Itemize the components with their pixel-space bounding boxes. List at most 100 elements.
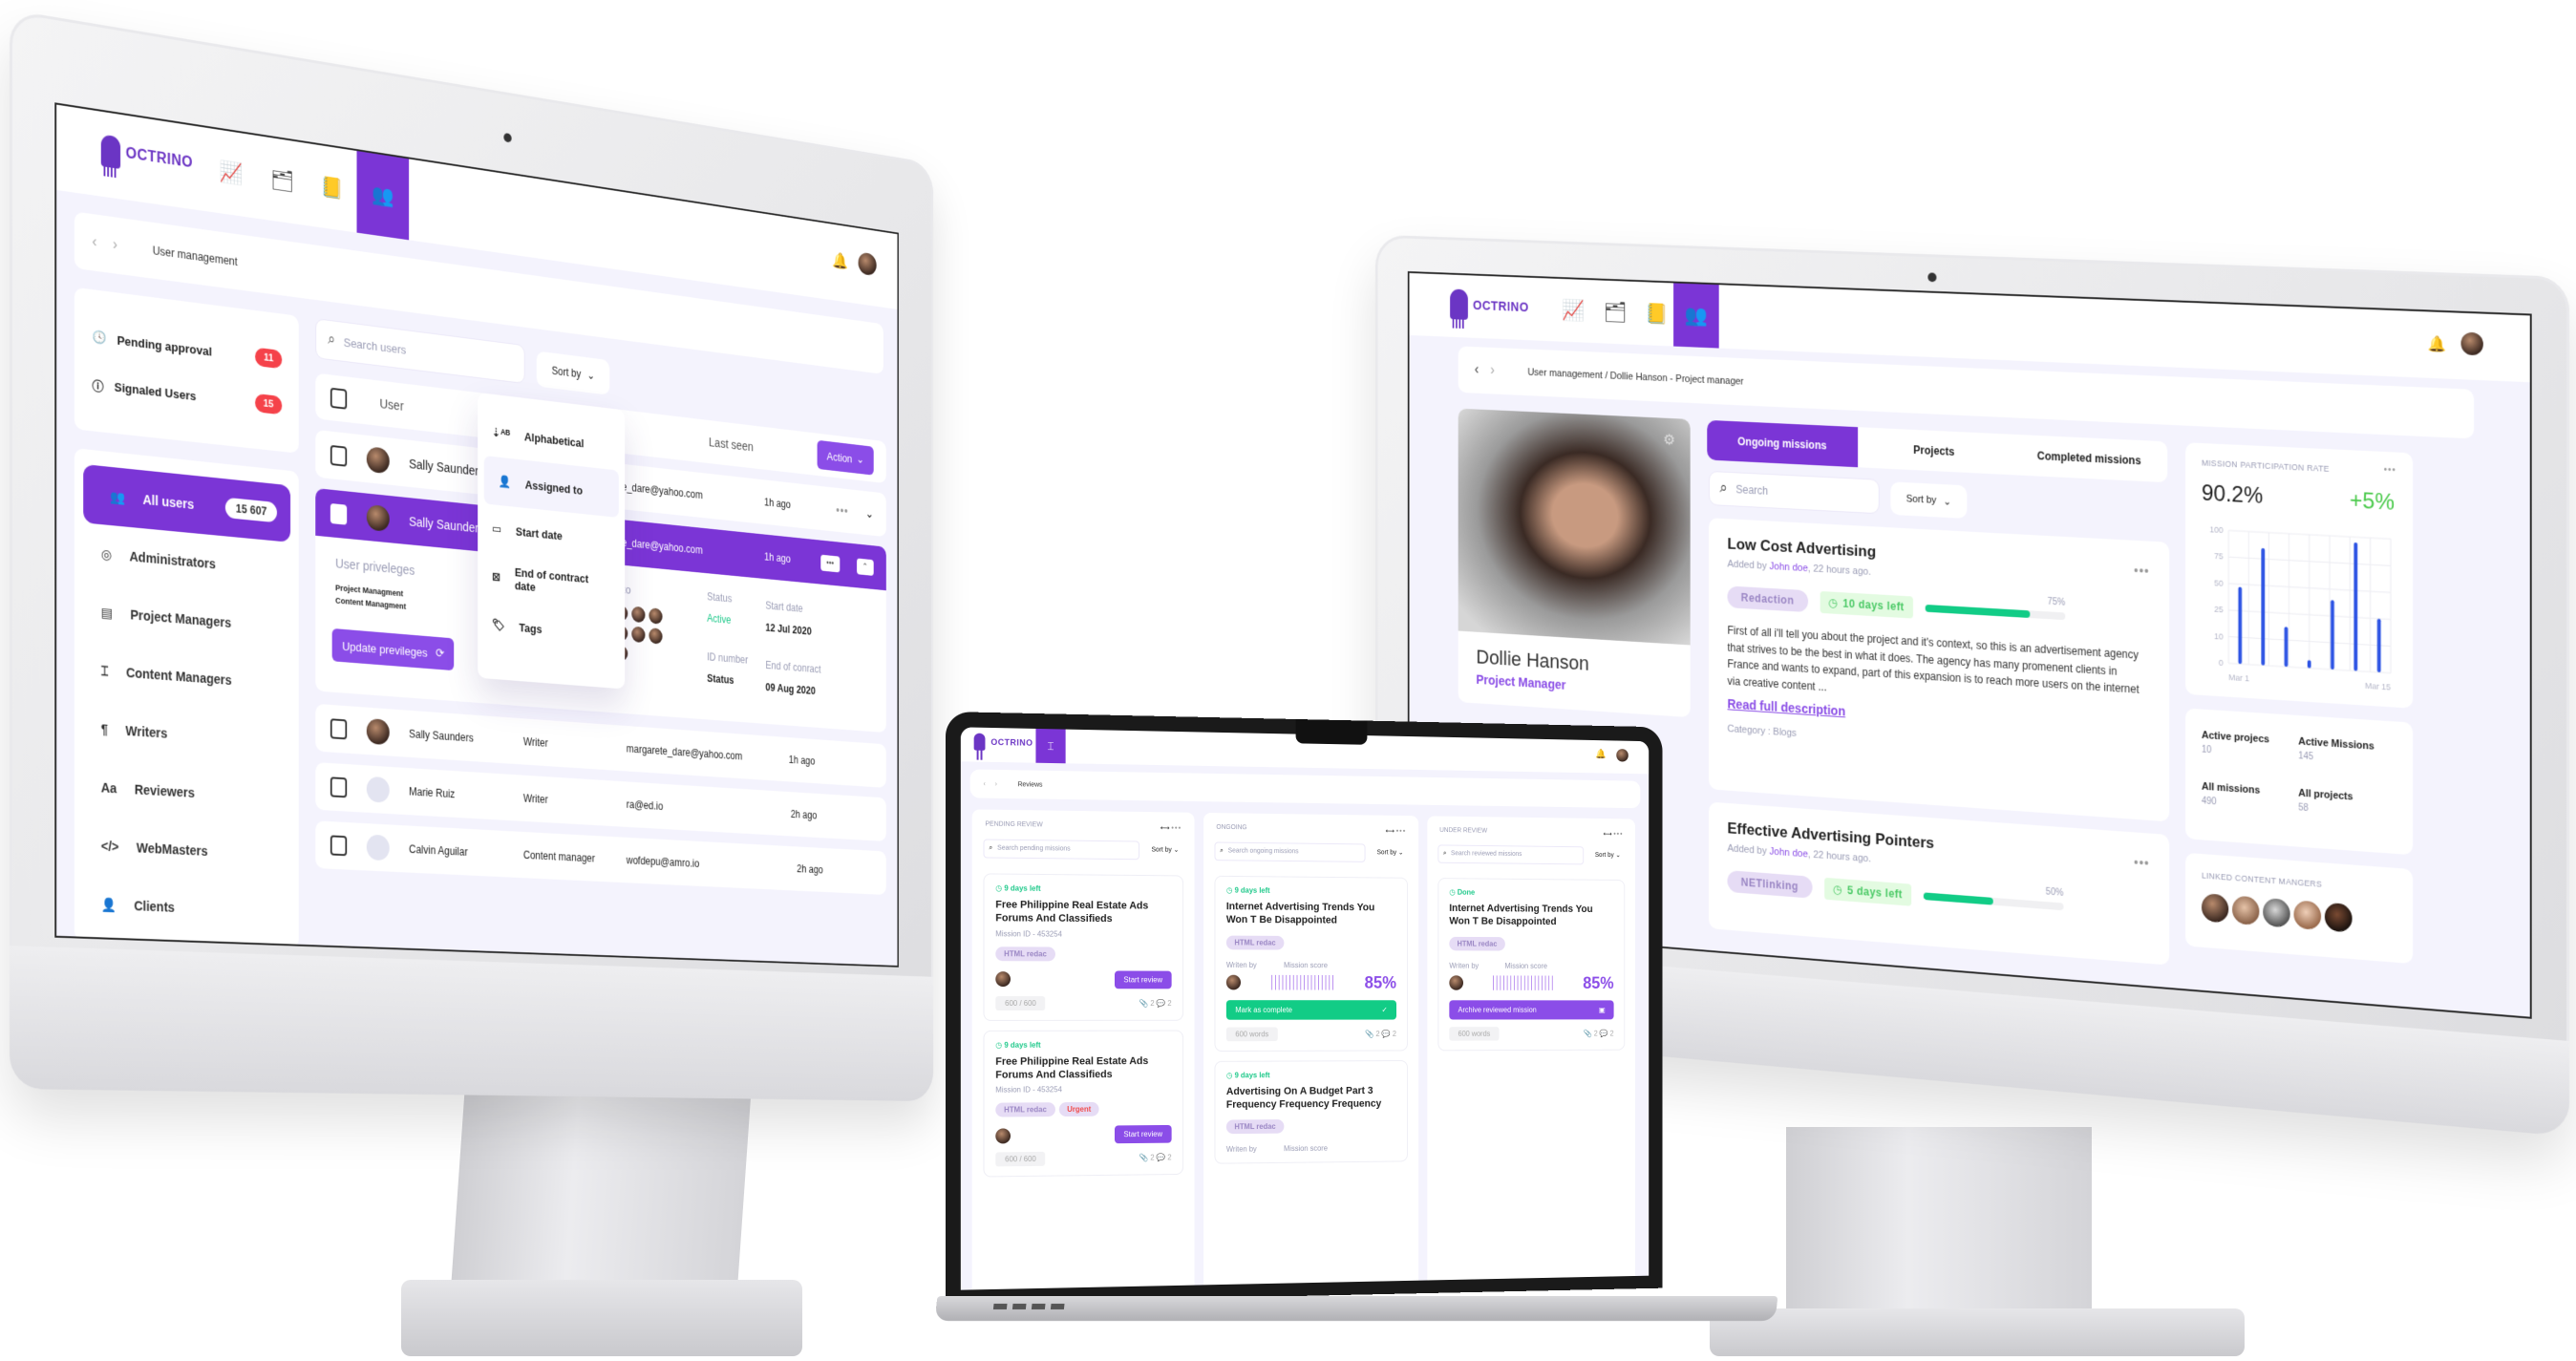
- inbox-nav-icon[interactable]: 🗂: [257, 149, 308, 211]
- row-more-button[interactable]: •••: [820, 554, 841, 572]
- row-expand-chevron-icon[interactable]: ⌄: [865, 506, 874, 521]
- typography-icon: Aa: [100, 779, 117, 797]
- pilcrow-icon: ¶: [100, 721, 108, 737]
- mission-card[interactable]: ◷ 9 days left Free Philippine Real Estat…: [983, 1030, 1184, 1178]
- current-user-avatar[interactable]: [1616, 749, 1629, 762]
- mark-as-complete-button[interactable]: Mark as complete ✓: [1225, 999, 1397, 1020]
- sort-by-button[interactable]: Sort by ⌄: [1147, 841, 1183, 861]
- start-review-button[interactable]: Start review: [1114, 970, 1172, 989]
- back-arrow-icon[interactable]: ‹: [1475, 362, 1480, 378]
- row-collapse-chevron-icon[interactable]: ⌃: [856, 558, 874, 576]
- progress-fill: [1925, 604, 2031, 619]
- column-search-field[interactable]: ⌕ Search pending missions: [983, 839, 1140, 861]
- row-more-button[interactable]: •••: [836, 503, 848, 519]
- sort-by-button[interactable]: Sort by ⌄: [1590, 846, 1625, 864]
- current-user-avatar[interactable]: [858, 251, 877, 277]
- row-checkbox[interactable]: [330, 776, 348, 798]
- row-checkbox[interactable]: [330, 835, 348, 857]
- mission-card[interactable]: ◷ 9 days left Internet Advertising Trend…: [1214, 875, 1409, 1052]
- chart-more-button[interactable]: •••: [2384, 465, 2396, 477]
- notification-bell-icon[interactable]: 🔔: [1595, 750, 1606, 760]
- linked-managers-title: LINKED CONTENT MANGERS: [2201, 870, 2323, 889]
- forward-arrow-icon[interactable]: ›: [1490, 363, 1495, 379]
- row-checkbox[interactable]: [330, 444, 348, 467]
- sort-by-button[interactable]: Sort by ⌄: [536, 351, 610, 395]
- chart-bar: [2261, 547, 2266, 666]
- column-more-button[interactable]: •••: [1396, 826, 1407, 835]
- writer-avatar: [1449, 975, 1464, 990]
- settings-gear-icon[interactable]: ⚙: [1663, 431, 1675, 449]
- search-icon: ⌕: [989, 844, 993, 852]
- right-camera: [1927, 272, 1937, 283]
- column-more-button[interactable]: •••: [1171, 823, 1182, 832]
- mission-card[interactable]: ◷ 9 days left Advertising On A Budget Pa…: [1214, 1059, 1409, 1164]
- mission-more-button[interactable]: •••: [2134, 855, 2150, 871]
- sidebar-item-clients[interactable]: 👤 Clients: [75, 874, 299, 941]
- mission-card[interactable]: ◷ Done Internet Advertising Trends You W…: [1437, 878, 1626, 1051]
- analytics-nav-icon[interactable]: 📈: [205, 141, 257, 204]
- breadcrumb: Reviews: [1017, 780, 1043, 789]
- user-role-sidebar: 👥 All users 15 607 ◎ Administrators ▤ Proj…: [74, 448, 299, 948]
- users-nav-icon[interactable]: 👥: [1673, 283, 1719, 349]
- sort-by-button[interactable]: Sort by ⌄: [1890, 481, 1968, 520]
- back-arrow-icon[interactable]: ‹: [92, 234, 96, 251]
- mission-score: 85%: [1364, 972, 1397, 992]
- current-user-avatar[interactable]: [2460, 331, 2483, 356]
- mission-id: Mission ID - 453254: [995, 928, 1062, 939]
- mission-card[interactable]: ◷ 9 days left Free Philippine Real Estat…: [983, 873, 1184, 1021]
- left-monitor-chin: [10, 946, 934, 1102]
- mission-title: Free Philippine Real Estate Ads Forums A…: [995, 899, 1149, 925]
- column-more-button[interactable]: •••: [1613, 830, 1623, 839]
- column-toolbar: ⌕ Search ongoing missions Sort by ⌄: [1203, 836, 1418, 868]
- user-avatar-placeholder: [366, 834, 390, 861]
- forward-arrow-icon[interactable]: ›: [995, 780, 997, 787]
- column-toolbar: ⌕ Search pending missions Sort by ⌄: [972, 833, 1195, 865]
- laptop-breadcrumb-bar: ‹ › Reviews: [969, 769, 1641, 809]
- code-icon: </>: [100, 838, 119, 855]
- progress-label: 75%: [2047, 596, 2066, 608]
- users-nav-icon[interactable]: 👥: [356, 151, 410, 241]
- sort-by-button[interactable]: Sort by ⌄: [1373, 844, 1408, 863]
- forward-arrow-icon[interactable]: ›: [113, 237, 117, 254]
- mission-id: Mission ID - 453254: [995, 1085, 1062, 1095]
- reviews-nav-icon[interactable]: ⌶: [1035, 728, 1066, 764]
- manager-avatar[interactable]: [2263, 897, 2290, 928]
- mission-progress: 50%: [1923, 887, 2064, 911]
- tab-projects[interactable]: Projects: [1858, 427, 2012, 475]
- mission-card-footer: 600 / 600 📎 2 💬 2: [995, 1151, 1172, 1167]
- manager-avatar[interactable]: [2201, 893, 2229, 924]
- expand-icon[interactable]: ⟷: [1603, 831, 1611, 838]
- action-button[interactable]: Action ⌄: [817, 439, 874, 476]
- user-search-field[interactable]: ⌕ Search users: [315, 318, 525, 385]
- expand-icon[interactable]: ⟷: [1160, 825, 1170, 832]
- mission-card-footer: 600 words 📎 2 💬 2: [1449, 1026, 1614, 1041]
- tab-completed-missions[interactable]: Completed missions: [2011, 435, 2167, 483]
- chart-bar: [2284, 627, 2289, 668]
- all-users-count: 15 607: [225, 497, 277, 523]
- column-search-field[interactable]: ⌕ Search reviewed missions: [1437, 844, 1585, 865]
- tab-ongoing-missions[interactable]: Ongoing missions: [1707, 419, 1858, 468]
- expand-icon[interactable]: ⟷: [1386, 828, 1394, 835]
- book-nav-icon[interactable]: 📒: [308, 157, 357, 219]
- column-search-field[interactable]: ⌕ Search ongoing missions: [1214, 841, 1366, 862]
- y-tick-label: 100: [2209, 524, 2223, 535]
- archive-reviewed-mission-button[interactable]: Archive reviewed mission ▣: [1449, 999, 1614, 1020]
- mission-search-field[interactable]: ⌕ Search: [1709, 470, 1880, 515]
- select-all-checkbox[interactable]: [330, 387, 348, 410]
- row-checkbox[interactable]: [330, 502, 348, 525]
- kanban-column-pending-review: PENDING REVIEW ⟷ ••• ⌕ Search pending mis…: [971, 809, 1195, 1290]
- linked-managers-card: LINKED CONTENT MANGERS: [2185, 852, 2414, 965]
- mission-more-button[interactable]: •••: [2134, 563, 2150, 578]
- row-checkbox[interactable]: [330, 718, 348, 740]
- notification-bell-icon[interactable]: 🔔: [833, 251, 849, 271]
- notification-bell-icon[interactable]: 🔔: [2428, 334, 2446, 354]
- chart-bar: [2238, 586, 2243, 665]
- sidebar-item-webmasters[interactable]: </> WebMasters: [75, 816, 299, 884]
- author-link[interactable]: John doe: [1769, 561, 1807, 574]
- manager-avatar[interactable]: [2293, 900, 2322, 931]
- start-review-button[interactable]: Start review: [1114, 1125, 1172, 1144]
- manager-avatar[interactable]: [2232, 895, 2260, 926]
- back-arrow-icon[interactable]: ‹: [984, 780, 986, 787]
- manager-avatar[interactable]: [2324, 902, 2352, 933]
- update-privileges-button[interactable]: Update previleges ⟳: [331, 627, 455, 671]
